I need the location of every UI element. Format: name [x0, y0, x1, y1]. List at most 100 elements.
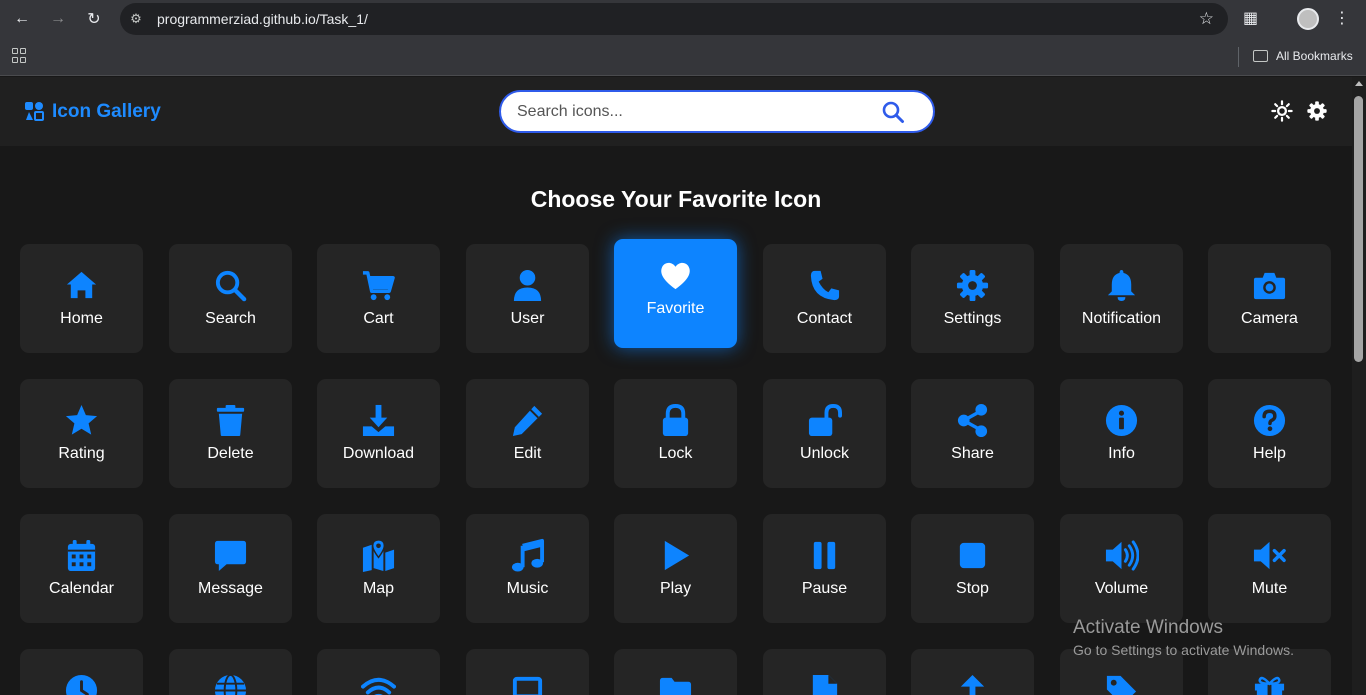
- icon-card-label: Mute: [1251, 580, 1288, 597]
- icon-card-label: Contact: [796, 310, 853, 327]
- search-input[interactable]: [517, 101, 857, 123]
- icon-card-map[interactable]: Map: [317, 514, 440, 623]
- icon-card-unlock[interactable]: Unlock: [763, 379, 886, 488]
- icon-card-download[interactable]: Download: [317, 379, 440, 488]
- icon-card-label: Message: [198, 580, 263, 597]
- download-icon: [362, 404, 395, 437]
- icon-card-music[interactable]: Music: [466, 514, 589, 623]
- icon-card-cart[interactable]: Cart: [317, 244, 440, 353]
- icon-card-wifi[interactable]: [317, 649, 440, 695]
- address-bar[interactable]: ⚙ programmerziad.github.io/Task_1/ ☆: [120, 3, 1228, 35]
- icon-card-lock[interactable]: Lock: [614, 379, 737, 488]
- bookmark-star-icon[interactable]: ☆: [1199, 9, 1214, 29]
- icon-card-upload[interactable]: [911, 649, 1034, 695]
- scroll-up-arrow-icon[interactable]: [1355, 81, 1363, 86]
- trash-icon: [216, 404, 245, 437]
- icon-card-label: Cart: [363, 310, 394, 327]
- url-text[interactable]: programmerziad.github.io/Task_1/: [157, 11, 368, 27]
- icon-card-camera[interactable]: Camera: [1208, 244, 1331, 353]
- forward-arrow-icon[interactable]: →: [46, 8, 70, 30]
- all-bookmarks-link[interactable]: All Bookmarks: [1276, 49, 1353, 63]
- home-icon: [66, 271, 97, 299]
- icon-card-mute[interactable]: Mute: [1208, 514, 1331, 623]
- icon-card-label: Unlock: [800, 445, 849, 462]
- icon-card-label: Volume: [1094, 580, 1149, 597]
- icon-card-label: Pause: [801, 580, 848, 597]
- icon-card-label: Play: [659, 580, 692, 597]
- browser-toolbar: ← → ↻ ⚙ programmerziad.github.io/Task_1/…: [0, 0, 1366, 38]
- icon-card-globe[interactable]: [169, 649, 292, 695]
- stop-icon: [959, 542, 986, 569]
- phone-icon: [810, 270, 840, 301]
- icon-card-edit[interactable]: Edit: [466, 379, 589, 488]
- icon-card-file[interactable]: [763, 649, 886, 695]
- share-icon: [957, 403, 988, 438]
- icon-card-label: Info: [1108, 445, 1135, 462]
- icon-card-label: Home: [60, 310, 103, 327]
- bookmarks-bar: All Bookmarks: [0, 38, 1366, 76]
- more-menu-icon[interactable]: ⋮: [1334, 9, 1350, 29]
- watermark-title: Activate Windows: [1073, 617, 1223, 638]
- reload-icon[interactable]: ↻: [82, 8, 106, 30]
- icon-card-label: Share: [951, 445, 994, 462]
- icon-card-help[interactable]: Help: [1208, 379, 1331, 488]
- help-icon: [1253, 404, 1286, 437]
- map-icon: [362, 539, 395, 573]
- upload-icon: [960, 674, 985, 695]
- icon-card-delete[interactable]: Delete: [169, 379, 292, 488]
- globe-icon: [214, 673, 247, 695]
- site-info-icon[interactable]: ⚙: [128, 11, 144, 27]
- heart-icon: [661, 262, 690, 290]
- extensions-icon[interactable]: ▦: [1243, 8, 1258, 28]
- page-title: Choose Your Favorite Icon: [530, 186, 822, 212]
- icon-card-search[interactable]: Search: [169, 244, 292, 353]
- unlock-icon: [808, 403, 842, 437]
- icon-card-pause[interactable]: Pause: [763, 514, 886, 623]
- icon-card-label: Rating: [58, 445, 105, 462]
- apps-grid-icon[interactable]: [12, 48, 28, 64]
- search-icon[interactable]: [881, 100, 905, 124]
- icon-card-contact[interactable]: Contact: [763, 244, 886, 353]
- watermark-subtitle: Go to Settings to activate Windows.: [1073, 642, 1294, 658]
- brand-title[interactable]: Icon Gallery: [52, 101, 161, 123]
- user-icon: [513, 269, 542, 302]
- icon-card-stop[interactable]: Stop: [911, 514, 1034, 623]
- tag-icon: [1106, 675, 1137, 695]
- icon-card-play[interactable]: Play: [614, 514, 737, 623]
- icon-card-info[interactable]: Info: [1060, 379, 1183, 488]
- icon-card-rating[interactable]: Rating: [20, 379, 143, 488]
- icon-card-label: Edit: [513, 445, 542, 462]
- icon-card-share[interactable]: Share: [911, 379, 1034, 488]
- scrollbar-thumb[interactable]: [1354, 96, 1363, 362]
- search-icon: [215, 270, 247, 302]
- icon-card-label: Lock: [658, 445, 693, 462]
- sun-icon[interactable]: [1271, 100, 1293, 122]
- pause-icon: [813, 541, 836, 570]
- icons-logo-icon: [25, 102, 44, 121]
- bookmarks-divider: [1238, 47, 1239, 67]
- icon-card-settings[interactable]: Settings: [911, 244, 1034, 353]
- icon-card-message[interactable]: Message: [169, 514, 292, 623]
- icon-card-volume[interactable]: Volume: [1060, 514, 1183, 623]
- icon-card-folder[interactable]: [614, 649, 737, 695]
- bell-icon: [1107, 269, 1136, 302]
- settings-gear-icon[interactable]: [1306, 100, 1328, 122]
- icon-card-notification[interactable]: Notification: [1060, 244, 1183, 353]
- back-arrow-icon[interactable]: ←: [10, 8, 34, 30]
- icon-card-user[interactable]: User: [466, 244, 589, 353]
- profile-avatar[interactable]: [1297, 8, 1319, 30]
- site-header: Icon Gallery: [0, 77, 1352, 146]
- folder-icon[interactable]: [1253, 50, 1268, 62]
- icon-card-label: Settings: [943, 310, 1002, 327]
- icon-card-home[interactable]: Home: [20, 244, 143, 353]
- icon-card-label: Delete: [207, 445, 254, 462]
- icon-card-label: Search: [205, 310, 256, 327]
- icon-card-favorite[interactable]: Favorite: [614, 239, 737, 348]
- icon-card-calendar[interactable]: Calendar: [20, 514, 143, 623]
- icon-card-laptop[interactable]: [466, 649, 589, 695]
- mute-icon: [1253, 541, 1286, 570]
- pencil-icon: [512, 405, 543, 437]
- icon-card-clock[interactable]: [20, 649, 143, 695]
- icon-card-label: Calendar: [49, 580, 114, 597]
- icon-card-label: Notification: [1081, 310, 1162, 327]
